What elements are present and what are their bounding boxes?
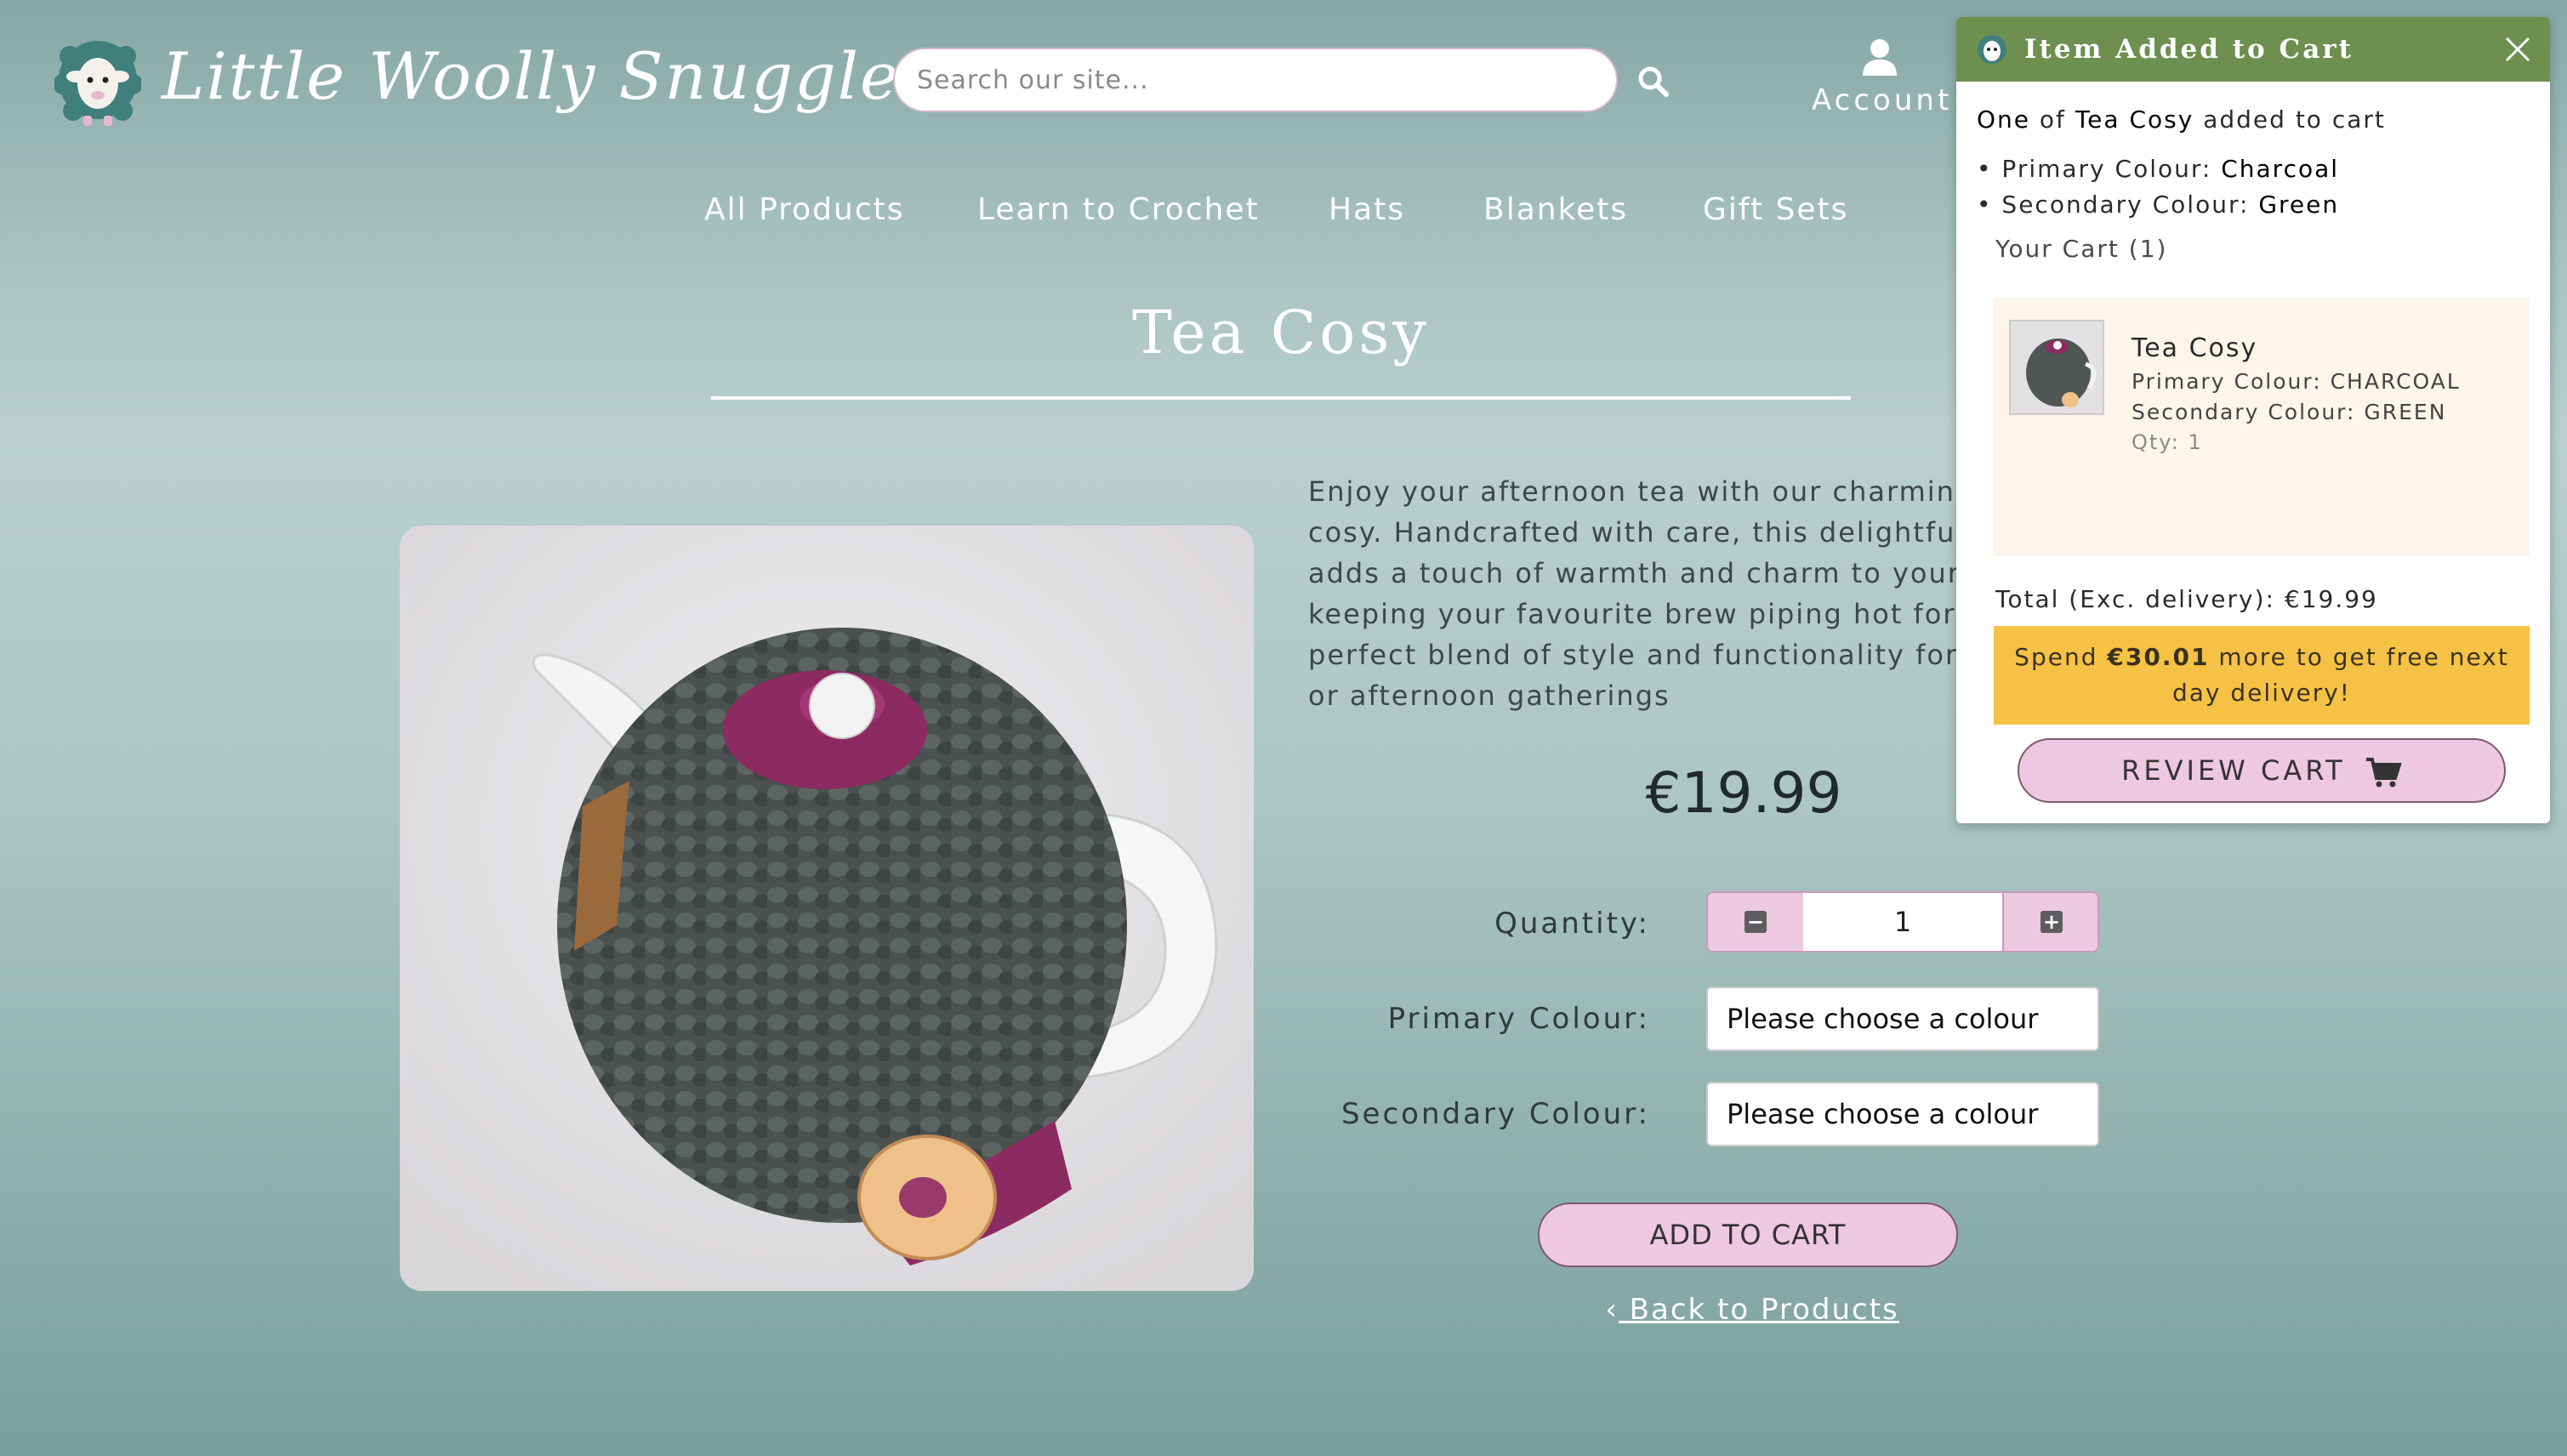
item-added-popup: Item Added to Cart One of Tea Cosy added… <box>1956 17 2550 823</box>
nav-learn-to-crochet[interactable]: Learn to Crochet <box>977 192 1260 227</box>
account-link[interactable]: Account <box>1812 34 1953 128</box>
quantity-label: Quantity: <box>1494 907 1650 941</box>
plus-icon: + <box>2041 911 2063 933</box>
added-message: One of Tea Cosy added to cart <box>1977 105 2386 134</box>
cart-item-name: Tea Cosy <box>2132 333 2258 363</box>
option-line-2: • Secondary Colour: Green <box>1977 191 2340 219</box>
cart-heading: Your Cart (1) <box>1995 235 2168 263</box>
primary-colour-select[interactable]: Please choose a colour <box>1706 987 2099 1051</box>
cart-total: Total (Exc. delivery): €19.99 <box>1995 585 2378 613</box>
chevron-left-icon: ‹ <box>1605 1293 1619 1327</box>
secondary-colour-label: Secondary Colour: <box>1340 1097 1650 1131</box>
nav-gift-sets[interactable]: Gift Sets <box>1703 192 1848 227</box>
free-delivery-amount: €30.01 <box>2107 643 2210 671</box>
added-item-name: Tea Cosy <box>2075 105 2194 134</box>
cart-item-thumbnail <box>2009 320 2104 415</box>
decrease-quantity-button[interactable]: − <box>1708 893 1803 951</box>
quantity-stepper[interactable]: − 1 + <box>1706 891 2099 953</box>
search-input[interactable] <box>893 48 1618 112</box>
close-icon[interactable] <box>2504 36 2531 63</box>
page-title: Tea Cosy <box>1132 298 1430 367</box>
option-1-label: Primary Colour: <box>2001 155 2212 183</box>
sheep-logo-icon[interactable] <box>53 37 143 128</box>
added-suffix: added to cart <box>2203 105 2386 134</box>
product-image <box>400 526 1254 1291</box>
nav-all-products[interactable]: All Products <box>704 192 905 227</box>
free-delivery-prefix: Spend <box>2014 643 2098 671</box>
cart-item: Tea Cosy Primary Colour: CHARCOAL Second… <box>1994 298 2530 556</box>
minus-icon: − <box>1745 911 1767 933</box>
increase-quantity-button[interactable]: + <box>2002 893 2097 951</box>
back-to-products-link[interactable]: ‹ Back to Products <box>1599 1293 1905 1327</box>
option-1-value: Charcoal <box>2221 155 2340 183</box>
title-divider <box>711 396 1851 400</box>
cart-icon <box>2365 758 2402 788</box>
back-link-label: Back to Products <box>1629 1293 1899 1327</box>
brand-name[interactable]: Little Woolly Snuggles <box>162 34 935 119</box>
option-line-1: • Primary Colour: Charcoal <box>1977 155 2340 183</box>
product-price: €19.99 <box>1645 760 1842 826</box>
search-icon[interactable] <box>1636 65 1671 99</box>
cart-item-primary: Primary Colour: CHARCOAL <box>2132 369 2461 394</box>
added-quantity-word: One <box>1977 105 2031 134</box>
option-2-value: Green <box>2258 191 2340 219</box>
nav-blankets[interactable]: Blankets <box>1483 192 1628 227</box>
popup-header: Item Added to Cart <box>1956 17 2550 82</box>
popup-title: Item Added to Cart <box>2024 34 2354 65</box>
nav-hats[interactable]: Hats <box>1329 192 1405 227</box>
cart-item-qty: Qty: 1 <box>2132 430 2203 454</box>
account-label: Account <box>1812 83 1953 117</box>
free-delivery-suffix: more to get free next day delivery! <box>2171 643 2509 707</box>
review-cart-label: REVIEW CART <box>2121 754 2346 787</box>
option-2-label: Secondary Colour: <box>2001 191 2250 219</box>
review-cart-button[interactable]: REVIEW CART <box>2018 738 2506 803</box>
added-of: of <box>2039 105 2066 134</box>
primary-colour-label: Primary Colour: <box>1387 1002 1650 1036</box>
cart-item-secondary: Secondary Colour: GREEN <box>2132 400 2447 424</box>
user-icon <box>1863 39 1897 76</box>
secondary-colour-select[interactable]: Please choose a colour <box>1706 1082 2099 1146</box>
quantity-input[interactable]: 1 <box>1805 893 2001 951</box>
add-to-cart-button[interactable]: ADD TO CART <box>1538 1203 1958 1267</box>
sheep-small-icon <box>1978 35 2006 64</box>
free-delivery-banner: Spend €30.01 more to get free next day d… <box>1994 626 2530 725</box>
